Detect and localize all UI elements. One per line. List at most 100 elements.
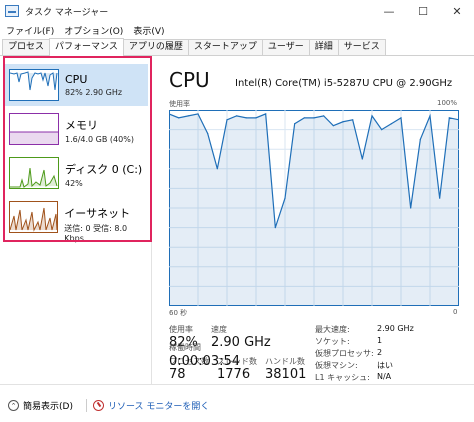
window-controls: — ☐ ✕ (372, 0, 474, 22)
uptime-label: 稼働時間 (169, 343, 201, 352)
threads-value: 1776 (217, 367, 251, 382)
processes-value: 78 (169, 367, 186, 382)
cpu-usage-point (439, 197, 441, 199)
tab-processes[interactable]: プロセス (2, 39, 51, 55)
sidebar-cpu-sub: 82% 2.90 GHz (65, 88, 123, 97)
spec-virtual-machine-value: はい (377, 361, 393, 370)
cpu-usage-point (342, 121, 344, 123)
tab-startup[interactable]: スタートアップ (187, 39, 263, 55)
speed-label: 速度 (211, 325, 227, 334)
graph-zero-label: 0 (453, 308, 458, 316)
menu-view[interactable]: 表示(V) (133, 24, 164, 37)
cpu-usage-point (332, 125, 334, 127)
footer-bar: ⌃ 簡易表示(D) リソース モニターを開く (0, 384, 474, 422)
spec-sockets-label: ソケット: (315, 337, 350, 346)
minimize-button[interactable]: — (372, 0, 406, 22)
resource-sidebar: CPU 82% 2.90 GHz メモリ 1.6/4.0 GB (40%) ディ… (0, 56, 152, 384)
graph-usage-label: 使用率 (169, 100, 190, 108)
tab-bar: プロセス パフォーマンス アプリの履歴 スタートアップ ユーザー 詳細 サービス (0, 38, 474, 56)
cpu-usage-point (226, 119, 228, 121)
sidebar-disk-sub: 42% (65, 179, 83, 188)
cpu-thumbnail-graph (9, 69, 59, 101)
spec-l1-cache-label: L1 キャッシュ: (315, 373, 370, 382)
spec-virtual-machine-label: 仮想マシン: (315, 361, 358, 370)
cpu-usage-graph (169, 110, 459, 306)
cpu-usage-point (323, 115, 325, 117)
cpu-usage-point (400, 117, 402, 119)
ethernet-thumbnail-svg (10, 207, 58, 232)
sidebar-item-ethernet[interactable]: イーサネット 送信: 0 受信: 8.0 Kbps (5, 196, 148, 243)
cpu-usage-point (371, 115, 373, 117)
tab-app-history[interactable]: アプリの履歴 (122, 39, 189, 55)
maximize-button[interactable]: ☐ (406, 0, 440, 22)
cpu-usage-point (361, 158, 363, 160)
handles-label: ハンドル数 (265, 357, 305, 366)
cpu-usage-point (274, 227, 276, 229)
cpu-usage-point (303, 117, 305, 119)
handles-value: 38101 (265, 367, 307, 382)
menu-bar: ファイル(F) オプション(O) 表示(V) (0, 22, 474, 38)
memory-thumbnail-graph (9, 113, 59, 145)
cpu-usage-point (236, 115, 238, 117)
sidebar-disk-title: ディスク 0 (C:) (65, 163, 143, 176)
tab-services[interactable]: サービス (337, 39, 386, 55)
sidebar-memory-title: メモリ (65, 119, 98, 132)
tab-details[interactable]: 詳細 (308, 39, 339, 55)
cpu-model-name: Intel(R) Core(TM) i5-5287U CPU @ 2.90GHz (235, 78, 453, 89)
cpu-usage-point (429, 115, 431, 117)
menu-file[interactable]: ファイル(F) (6, 24, 54, 37)
resource-monitor-label: リソース モニターを開く (108, 402, 210, 412)
menu-options[interactable]: オプション(O) (64, 24, 123, 37)
sidebar-item-disk[interactable]: ディスク 0 (C:) 42% (5, 152, 148, 194)
tab-performance[interactable]: パフォーマンス (49, 38, 124, 56)
spec-max-speed-value: 2.90 GHz (377, 324, 414, 333)
sidebar-ethernet-sub: 送信: 0 受信: 8.0 Kbps (64, 224, 128, 243)
memory-thumbnail-svg (10, 131, 58, 144)
cpu-usage-point (216, 168, 218, 170)
graph-max-label: 100% (437, 99, 458, 107)
window-title: タスク マネージャー (25, 7, 109, 18)
cpu-usage-point (313, 117, 315, 119)
uptime-value: 0:00:03:54 (169, 354, 241, 369)
cpu-usage-point (187, 115, 189, 117)
spec-virtual-processors-label: 仮想プロセッサ: (315, 349, 374, 358)
sidebar-cpu-title: CPU (65, 73, 88, 86)
cpu-usage-point (284, 197, 286, 199)
spec-sockets-value: 1 (377, 336, 383, 345)
page-title: CPU (169, 68, 210, 92)
disk-thumbnail-graph (9, 157, 59, 189)
speed-value: 2.90 GHz (211, 335, 271, 350)
task-manager-icon (5, 5, 19, 17)
cpu-usage-point (419, 138, 421, 140)
cpu-usage-point (294, 123, 296, 125)
disk-thumbnail-svg (10, 167, 58, 188)
cpu-usage-point (265, 113, 267, 115)
ethernet-thumbnail-graph (9, 201, 59, 233)
close-button[interactable]: ✕ (440, 0, 474, 22)
cpu-usage-point (245, 117, 247, 119)
cpu-usage-point (448, 117, 450, 119)
sidebar-ethernet-title: イーサネット (64, 207, 131, 220)
cpu-usage-point (381, 129, 383, 131)
cpu-usage-point (352, 119, 354, 121)
usage-label: 使用率 (169, 325, 193, 334)
spec-l1-cache-value: N/A (377, 372, 392, 381)
brief-view-label: 簡易表示(D) (23, 402, 73, 412)
cpu-usage-point (410, 207, 412, 209)
cpu-usage-point (197, 113, 199, 115)
tab-users[interactable]: ユーザー (261, 39, 310, 55)
chevron-up-icon: ⌃ (8, 400, 19, 411)
cpu-usage-point (178, 117, 180, 119)
sidebar-item-memory[interactable]: メモリ 1.6/4.0 GB (40%) (5, 108, 148, 150)
sidebar-memory-sub: 1.6/4.0 GB (40%) (65, 135, 134, 144)
cpu-thumbnail-svg (10, 71, 58, 91)
spec-virtual-processors-value: 2 (377, 348, 383, 357)
cpu-detail-panel: CPU Intel(R) Core(TM) i5-5287U CPU @ 2.9… (153, 56, 474, 384)
cpu-usage-point (255, 117, 257, 119)
open-resource-monitor-link[interactable]: リソース モニターを開く (86, 399, 209, 412)
sidebar-item-cpu[interactable]: CPU 82% 2.90 GHz (5, 64, 148, 106)
spec-max-speed-label: 最大速度: (315, 325, 350, 334)
brief-view-toggle[interactable]: ⌃ 簡易表示(D) (8, 399, 73, 412)
cpu-usage-point (207, 132, 209, 135)
title-bar: タスク マネージャー — ☐ ✕ (0, 0, 474, 22)
